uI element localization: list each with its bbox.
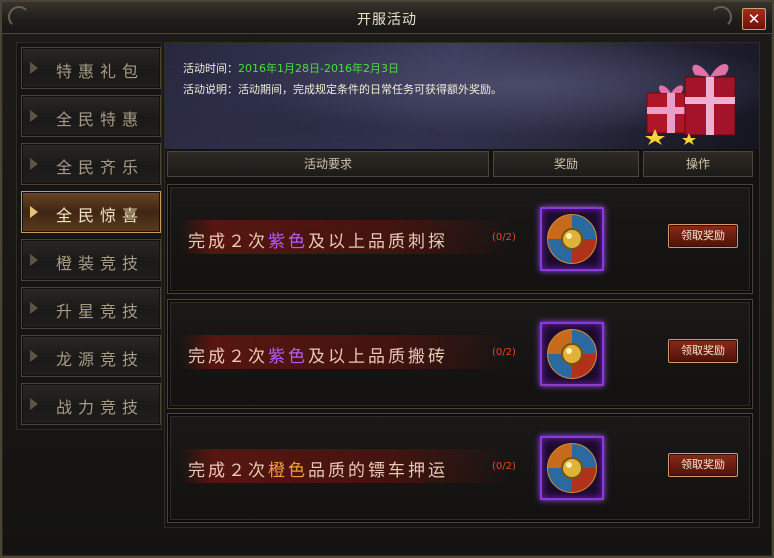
task-row: 完成２次紫色及以上品质刺探 (0/2) 领取奖励: [167, 184, 753, 294]
task-text-post: 及以上品质搬砖: [308, 347, 448, 367]
shield-medal-icon: [547, 443, 597, 493]
sidebar-item-all-joy[interactable]: 全民齐乐: [21, 143, 161, 185]
event-description-label: 活动说明：: [183, 83, 238, 96]
arrow-icon: [30, 110, 38, 122]
shield-medal-icon: [547, 329, 597, 379]
task-text-post: 及以上品质刺探: [308, 232, 448, 252]
arrow-icon: [30, 398, 38, 410]
header-action: 操作: [643, 151, 753, 177]
task-text-highlight: 紫色: [268, 232, 308, 252]
table-header: 活动要求 奖励 操作: [165, 151, 759, 179]
arrow-icon: [30, 350, 38, 362]
task-requirement: 完成２次紫色及以上品质刺探: [188, 227, 448, 252]
sidebar-item-label: 战力竞技: [56, 398, 145, 417]
sidebar-item-label: 特惠礼包: [56, 62, 145, 81]
sidebar: 特惠礼包 全民特惠 全民齐乐 全民惊喜 橙装竞技 升星竞技 龙源竞技 战力竞技: [16, 42, 162, 430]
task-row: 完成２次紫色及以上品质搬砖 (0/2) 领取奖励: [167, 299, 753, 409]
close-button[interactable]: ✕: [742, 8, 766, 30]
claim-reward-button[interactable]: 领取奖励: [668, 339, 738, 363]
task-row: 完成２次橙色品质的镖车押运 (0/2) 领取奖励: [167, 413, 753, 523]
reward-item-slot[interactable]: [540, 436, 604, 500]
main-panel: 活动时间：2016年1月28日-2016年2月3日 活动说明：活动期间，完成规定…: [164, 42, 760, 528]
close-icon: ✕: [747, 10, 761, 28]
header-reward: 奖励: [493, 151, 639, 177]
window-title: 开服活动: [357, 12, 417, 28]
arrow-icon: [30, 158, 38, 170]
sidebar-item-label: 全民特惠: [56, 110, 145, 129]
sidebar-item-all-discount[interactable]: 全民特惠: [21, 95, 161, 137]
task-text-pre: 完成２次: [188, 347, 268, 367]
task-progress: (0/2): [492, 461, 516, 472]
arrow-icon: [30, 302, 38, 314]
event-time-value: 2016年1月28日-2016年2月3日: [238, 62, 399, 75]
task-text-post: 品质的镖车押运: [308, 461, 448, 481]
task-text-highlight: 橙色: [268, 461, 308, 481]
task-text-pre: 完成２次: [188, 461, 268, 481]
header-requirement: 活动要求: [167, 151, 489, 177]
task-progress: (0/2): [492, 347, 516, 358]
title-bar: 开服活动 ✕: [2, 2, 772, 34]
sidebar-item-special-gift[interactable]: 特惠礼包: [21, 47, 161, 89]
shield-medal-icon: [547, 214, 597, 264]
task-text-highlight: 紫色: [268, 347, 308, 367]
sidebar-item-label: 龙源竞技: [56, 350, 145, 369]
task-requirement: 完成２次紫色及以上品质搬砖: [188, 342, 448, 367]
reward-item-slot[interactable]: [540, 207, 604, 271]
event-description-value: 活动期间，完成规定条件的日常任务可获得额外奖励。: [238, 83, 502, 96]
task-text-pre: 完成２次: [188, 232, 268, 252]
sidebar-item-all-surprise[interactable]: 全民惊喜: [21, 191, 161, 233]
sidebar-item-orange-gear[interactable]: 橙装竞技: [21, 239, 161, 281]
task-progress: (0/2): [492, 232, 516, 243]
sidebar-item-combat-power[interactable]: 战力竞技: [21, 383, 161, 425]
event-banner: 活动时间：2016年1月28日-2016年2月3日 活动说明：活动期间，完成规定…: [165, 43, 759, 149]
title-ornament-right: [710, 6, 732, 28]
sidebar-item-label: 全民惊喜: [56, 206, 145, 225]
sidebar-item-label: 橙装竞技: [56, 254, 145, 273]
event-time: 活动时间：2016年1月28日-2016年2月3日: [183, 60, 399, 76]
claim-reward-button[interactable]: 领取奖励: [668, 224, 738, 248]
event-time-label: 活动时间：: [183, 62, 238, 75]
reward-item-slot[interactable]: [540, 322, 604, 386]
event-description: 活动说明：活动期间，完成规定条件的日常任务可获得额外奖励。: [183, 81, 502, 97]
sidebar-item-label: 全民齐乐: [56, 158, 145, 177]
task-requirement: 完成２次橙色品质的镖车押运: [188, 456, 448, 481]
sidebar-item-label: 升星竞技: [56, 302, 145, 321]
arrow-icon: [30, 254, 38, 266]
claim-reward-button[interactable]: 领取奖励: [668, 453, 738, 477]
sidebar-item-dragon-source[interactable]: 龙源竞技: [21, 335, 161, 377]
sidebar-item-star-upgrade[interactable]: 升星竞技: [21, 287, 161, 329]
gift-box-icon: [629, 49, 749, 145]
arrow-icon: [30, 62, 38, 74]
arrow-icon: [30, 206, 38, 218]
event-window: 开服活动 ✕ 特惠礼包 全民特惠 全民齐乐 全民惊喜 橙装竞技 升星竞技 龙源竞…: [0, 0, 774, 558]
